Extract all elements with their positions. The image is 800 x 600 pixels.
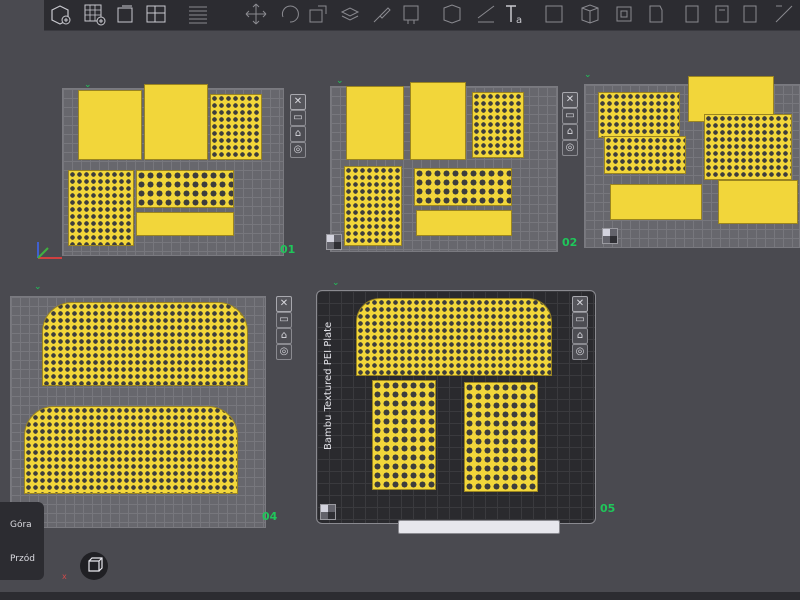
assembly-icon[interactable]: [578, 2, 602, 26]
settings-icon[interactable]: ▭: [276, 312, 292, 328]
tray-part[interactable]: [416, 210, 512, 236]
add-plate-icon[interactable]: [82, 2, 106, 26]
hex-panel-part[interactable]: [42, 302, 248, 386]
cut-icon[interactable]: [338, 2, 362, 26]
settings-icon[interactable]: ▭: [572, 312, 588, 328]
plate-02[interactable]: 02: [326, 82, 577, 252]
lock-icon[interactable]: ⌂: [572, 328, 588, 344]
clip-icon[interactable]: [738, 2, 762, 26]
bottom-bar: [0, 592, 800, 600]
plate-marker-icon: ⌄: [584, 70, 592, 80]
svg-icon[interactable]: [710, 2, 734, 26]
hex-panel-part[interactable]: [604, 136, 686, 174]
plate-marker-icon: ⌄: [332, 278, 340, 288]
hex-panel-part[interactable]: [68, 170, 134, 246]
mesh-icon[interactable]: [612, 2, 636, 26]
hex-panel-part[interactable]: [344, 166, 402, 246]
plate-thumbnail-icon: [602, 228, 618, 244]
plate-01[interactable]: 01: [62, 84, 295, 256]
tray-part[interactable]: [136, 212, 234, 236]
layer-icon[interactable]: ◎: [562, 140, 578, 156]
plate-preview-bar[interactable]: [398, 520, 560, 534]
lock-icon[interactable]: ⌂: [276, 328, 292, 344]
hex-panel-part[interactable]: [598, 92, 680, 138]
seam-icon[interactable]: [440, 2, 464, 26]
camera-view-button[interactable]: [80, 552, 108, 580]
settings-icon[interactable]: ▭: [562, 108, 578, 124]
close-icon[interactable]: ✕: [572, 296, 588, 312]
paint-icon[interactable]: [370, 2, 394, 26]
hex-panel-part[interactable]: [372, 380, 436, 490]
top-toolbar: a: [44, 0, 800, 31]
variable-layer-icon[interactable]: [474, 2, 498, 26]
add-object-icon[interactable]: [48, 2, 72, 26]
hex-panel-part[interactable]: [24, 406, 238, 494]
close-icon[interactable]: ✕: [290, 94, 306, 110]
hex-panel-part[interactable]: [210, 94, 262, 160]
emboss-icon[interactable]: [680, 2, 704, 26]
layer-icon[interactable]: ◎: [276, 344, 292, 360]
layers-icon[interactable]: [186, 2, 210, 26]
hex-panel-part[interactable]: [136, 170, 234, 208]
tray-part[interactable]: [718, 180, 798, 224]
hex-panel-part[interactable]: [464, 382, 538, 492]
lock-icon[interactable]: [772, 2, 796, 26]
arrange-icon[interactable]: [144, 2, 168, 26]
axis-x-label: x: [62, 572, 67, 581]
box-part[interactable]: [410, 82, 466, 160]
plate-marker-icon: ⌄: [34, 282, 42, 292]
support-icon[interactable]: [400, 2, 424, 26]
hex-panel-part[interactable]: [704, 114, 792, 180]
axes-icon: [37, 242, 62, 259]
plate-number: 04: [262, 510, 278, 523]
box-part[interactable]: [144, 84, 208, 160]
text-tool-label: a: [516, 15, 522, 26]
plate-number: 02: [562, 236, 578, 249]
view-top-button[interactable]: Góra: [10, 520, 32, 530]
boolean-icon[interactable]: [644, 2, 668, 26]
view-cube-panel: Góra Przód: [0, 502, 44, 580]
plate-type-label: Bambu Textured PEI Plate: [323, 321, 334, 450]
hex-panel-part[interactable]: [356, 298, 552, 376]
close-icon[interactable]: ✕: [562, 92, 578, 108]
move-icon[interactable]: [244, 2, 268, 26]
hex-panel-part[interactable]: [414, 168, 512, 206]
lock-icon[interactable]: ⌂: [562, 124, 578, 140]
plate-04[interactable]: 04: [10, 296, 277, 528]
rotate-icon[interactable]: [278, 2, 302, 26]
box-part[interactable]: [346, 86, 404, 160]
plate-number: 05: [600, 502, 616, 515]
tray-part[interactable]: [610, 184, 702, 220]
layer-icon[interactable]: ◎: [290, 142, 306, 158]
plate-thumbnail-icon: [320, 504, 336, 520]
cube-view-icon: [88, 557, 103, 572]
auto-orient-icon[interactable]: [114, 2, 138, 26]
measure-icon[interactable]: [542, 2, 566, 26]
plate-05[interactable]: 05: [316, 290, 615, 524]
plate-marker-icon: ⌄: [84, 80, 92, 90]
scale-icon[interactable]: [306, 2, 330, 26]
layer-icon[interactable]: ◎: [572, 344, 588, 360]
hex-panel-part[interactable]: [472, 92, 524, 158]
plate-marker-icon: ⌄: [336, 76, 344, 86]
plate-thumbnail-icon: [326, 234, 342, 250]
plate-number: 01: [280, 243, 296, 256]
box-part[interactable]: [78, 90, 142, 160]
plate-03[interactable]: [584, 76, 800, 248]
3d-viewport[interactable]: a 01 ✕ ▭ ⌂ ◎ ⌄ 02 ✕ ▭ ⌂ ◎ ⌄ ⌄ 04 ✕ ▭ ⌂ ◎…: [0, 0, 800, 600]
text-icon[interactable]: a: [502, 2, 526, 26]
lock-icon[interactable]: ⌂: [290, 126, 306, 142]
view-front-button[interactable]: Przód: [10, 554, 35, 564]
close-icon[interactable]: ✕: [276, 296, 292, 312]
settings-icon[interactable]: ▭: [290, 110, 306, 126]
